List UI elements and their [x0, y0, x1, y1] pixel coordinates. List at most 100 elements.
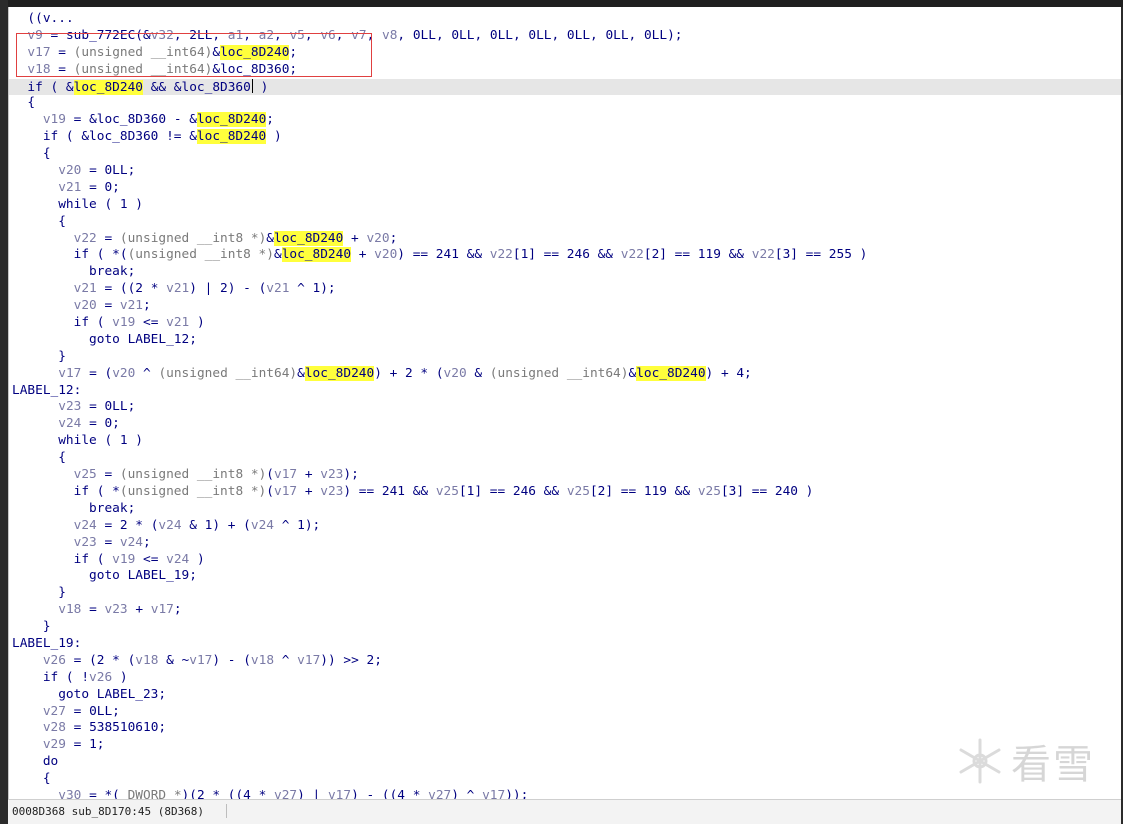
variable-token[interactable]: v6 — [320, 28, 335, 43]
variable-token[interactable]: v8 — [382, 28, 397, 43]
code-line[interactable]: break; — [9, 264, 1121, 281]
variable-token[interactable]: v27 — [43, 704, 66, 719]
code-line[interactable]: } — [9, 619, 1121, 636]
code-line[interactable]: v23 = v24; — [9, 535, 1121, 552]
variable-token[interactable]: v22 — [752, 247, 775, 262]
code-line[interactable]: v19 = &loc_8D360 - &loc_8D240; — [9, 112, 1121, 129]
variable-token[interactable]: v20 — [112, 366, 135, 381]
variable-token[interactable]: v25 — [436, 484, 459, 499]
variable-token[interactable]: v24 — [58, 416, 81, 431]
highlighted-identifier[interactable]: loc_8D240 — [636, 365, 706, 381]
pseudocode-listing[interactable]: ((v... v9 = sub_772EC(&v32, 2LL, a1, a2,… — [9, 11, 1121, 800]
variable-token[interactable]: a1 — [228, 28, 243, 43]
code-line[interactable]: v17 = (v20 ^ (unsigned __int64)&loc_8D24… — [9, 365, 1121, 383]
code-line[interactable]: v21 = 0; — [9, 180, 1121, 197]
code-line[interactable]: while ( 1 ) — [9, 197, 1121, 214]
variable-token[interactable]: v19 — [112, 315, 135, 330]
variable-token[interactable]: v18 — [251, 653, 274, 668]
code-line[interactable]: break; — [9, 501, 1121, 518]
variable-token[interactable]: v25 — [698, 484, 721, 499]
variable-token[interactable]: v20 — [374, 247, 397, 262]
variable-token[interactable]: v17 — [27, 45, 50, 60]
variable-token[interactable]: v23 — [58, 399, 81, 414]
code-line[interactable]: v24 = 0; — [9, 416, 1121, 433]
code-line[interactable]: } — [9, 585, 1121, 602]
variable-token[interactable]: v17 — [58, 366, 81, 381]
variable-token[interactable]: v5 — [289, 28, 304, 43]
code-line[interactable]: { — [9, 214, 1121, 231]
code-line[interactable]: v24 = 2 * (v24 & 1) + (v24 ^ 1); — [9, 518, 1121, 535]
variable-token[interactable]: v9 — [27, 28, 42, 43]
variable-token[interactable]: v25 — [74, 467, 97, 482]
variable-token[interactable]: v18 — [135, 653, 158, 668]
code-line[interactable]: goto LABEL_12; — [9, 332, 1121, 349]
code-line[interactable]: ((v... — [9, 11, 1121, 28]
code-line[interactable]: { — [9, 146, 1121, 163]
variable-token[interactable]: v18 — [58, 602, 81, 617]
variable-token[interactable]: v17 — [274, 484, 297, 499]
code-line[interactable]: LABEL_12: — [9, 383, 1121, 400]
code-line[interactable]: v18 = v23 + v17; — [9, 602, 1121, 619]
variable-token[interactable]: v22 — [621, 247, 644, 262]
pseudocode-view[interactable]: ((v... v9 = sub_772EC(&v32, 2LL, a1, a2,… — [8, 7, 1121, 800]
code-line[interactable]: if ( v19 <= v21 ) — [9, 315, 1121, 332]
code-line[interactable]: v21 = ((2 * v21) | 2) - (v21 ^ 1); — [9, 281, 1121, 298]
variable-token[interactable]: v24 — [166, 552, 189, 567]
code-line[interactable]: if ( v19 <= v24 ) — [9, 552, 1121, 569]
code-line[interactable]: if ( *((unsigned __int8 *)&loc_8D240 + v… — [9, 247, 1121, 264]
variable-token[interactable]: v21 — [74, 281, 97, 296]
code-line[interactable]: goto LABEL_19; — [9, 568, 1121, 585]
variable-token[interactable]: v19 — [112, 552, 135, 567]
code-line[interactable]: goto LABEL_23; — [9, 687, 1121, 704]
variable-token[interactable]: v17 — [189, 653, 212, 668]
code-line[interactable]: v20 = v21; — [9, 298, 1121, 315]
variable-token[interactable]: v17 — [274, 467, 297, 482]
variable-token[interactable]: v20 — [366, 231, 389, 246]
variable-token[interactable]: v18 — [27, 62, 50, 77]
code-line[interactable]: v22 = (unsigned __int8 *)&loc_8D240 + v2… — [9, 230, 1121, 248]
variable-token[interactable]: v20 — [444, 366, 467, 381]
variable-token[interactable]: v22 — [74, 231, 97, 246]
variable-token[interactable]: v17 — [151, 602, 174, 617]
code-line[interactable]: v20 = 0LL; — [9, 163, 1121, 180]
variable-token[interactable]: v20 — [74, 298, 97, 313]
code-line[interactable]: v17 = (unsigned __int64)&loc_8D240; — [9, 44, 1121, 62]
highlighted-identifier[interactable]: loc_8D240 — [220, 44, 290, 60]
code-line[interactable]: while ( 1 ) — [9, 433, 1121, 450]
variable-token[interactable]: v24 — [158, 518, 181, 533]
variable-token[interactable]: v20 — [58, 163, 81, 178]
highlighted-identifier[interactable]: loc_8D240 — [274, 230, 344, 246]
variable-token[interactable]: v7 — [351, 28, 366, 43]
code-line[interactable]: } — [9, 349, 1121, 366]
highlighted-identifier[interactable]: loc_8D240 — [196, 112, 267, 128]
variable-token[interactable]: v23 — [74, 535, 97, 550]
code-line[interactable]: if ( !v26 ) — [9, 670, 1121, 687]
variable-token[interactable]: v21 — [120, 298, 143, 313]
variable-token[interactable]: v24 — [251, 518, 274, 533]
code-line[interactable]: v26 = (2 * (v18 & ~v17) - (v18 ^ v17)) >… — [9, 653, 1121, 670]
variable-token[interactable]: v17 — [297, 653, 320, 668]
code-line[interactable]: v25 = (unsigned __int8 *)(v17 + v23); — [9, 467, 1121, 484]
code-line[interactable]: v23 = 0LL; — [9, 399, 1121, 416]
code-line[interactable]: v18 = (unsigned __int64)&loc_8D360; — [9, 62, 1121, 79]
variable-token[interactable]: v21 — [58, 180, 81, 195]
highlighted-identifier[interactable]: loc_8D240 — [73, 79, 143, 95]
variable-token[interactable]: v26 — [89, 670, 112, 685]
code-line[interactable]: v27 = 0LL; — [9, 704, 1121, 721]
highlighted-identifier[interactable]: loc_8D240 — [281, 247, 352, 263]
highlighted-identifier[interactable]: loc_8D240 — [196, 129, 267, 145]
variable-token[interactable]: v26 — [43, 653, 66, 668]
variable-token[interactable]: v29 — [43, 737, 66, 752]
variable-token[interactable]: v23 — [320, 467, 343, 482]
code-line[interactable]: if ( &loc_8D240 && &loc_8D360 ) — [9, 78, 1121, 96]
variable-token[interactable]: v24 — [74, 518, 97, 533]
variable-token[interactable]: v19 — [43, 112, 66, 127]
variable-token[interactable]: v21 — [266, 281, 289, 296]
variable-token[interactable]: v22 — [490, 247, 513, 262]
variable-token[interactable]: a2 — [259, 28, 274, 43]
code-line[interactable]: { — [9, 95, 1121, 112]
code-line[interactable]: { — [9, 450, 1121, 467]
code-line[interactable]: if ( *(unsigned __int8 *)(v17 + v23) == … — [9, 484, 1121, 501]
variable-token[interactable]: v21 — [166, 281, 189, 296]
variable-token[interactable]: v32 — [151, 28, 174, 43]
